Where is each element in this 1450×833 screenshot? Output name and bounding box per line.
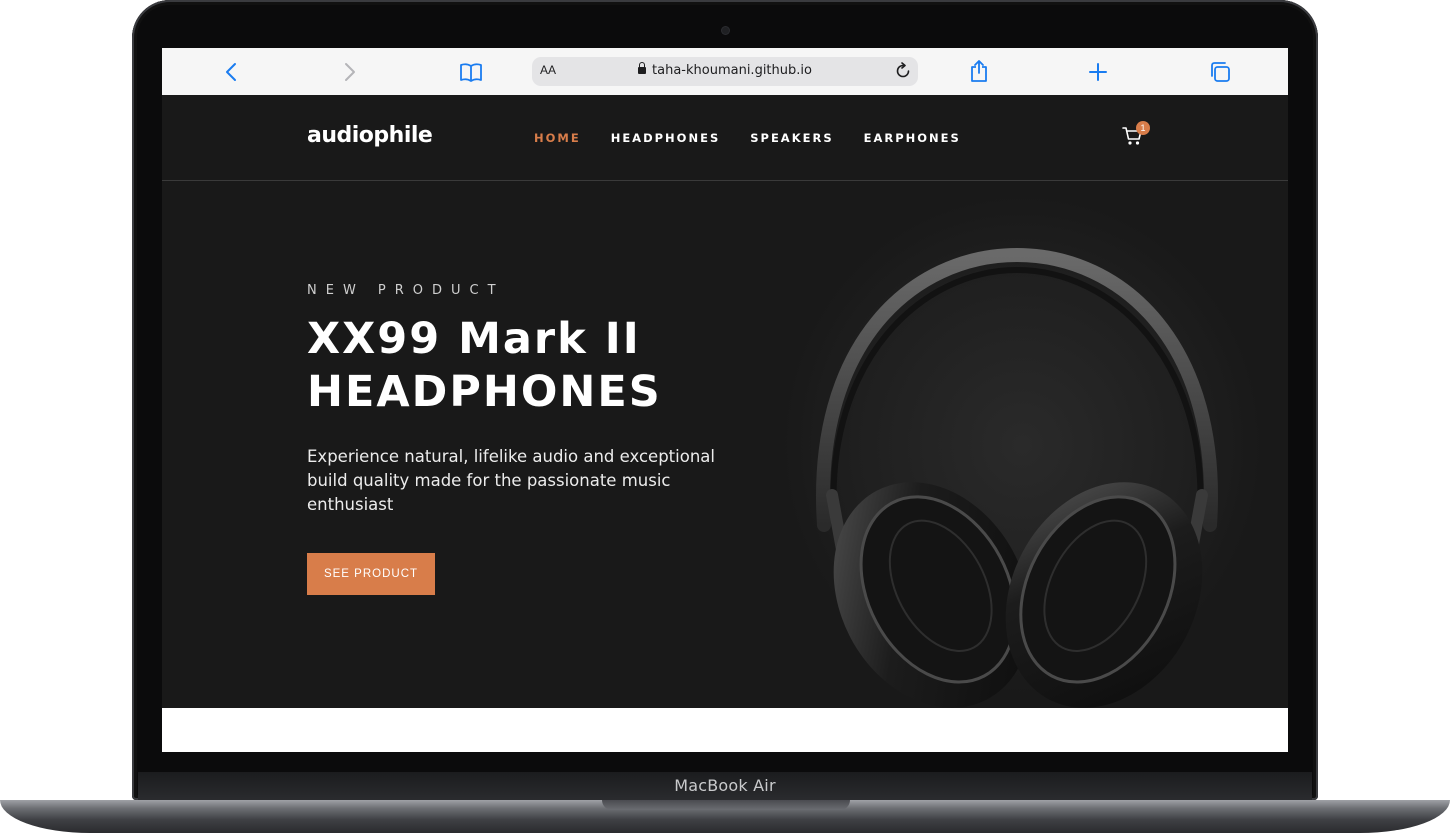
see-product-button[interactable]: SEE PRODUCT xyxy=(307,553,435,595)
new-tab-icon[interactable] xyxy=(1089,63,1107,81)
nav-item-earphones[interactable]: EARPHONES xyxy=(864,131,961,145)
hero-title: XX99 Mark II HEADPHONES xyxy=(307,314,662,417)
share-icon[interactable] xyxy=(970,59,988,83)
laptop-hinge-notch xyxy=(602,800,850,810)
url-display[interactable]: taha-khoumani.github.io xyxy=(532,62,918,78)
website: audiophile HOME HEADPHONES SPEAKERS EARP… xyxy=(162,95,1288,708)
forward-icon[interactable] xyxy=(343,62,357,82)
next-section xyxy=(162,708,1288,752)
lock-icon xyxy=(638,62,647,74)
reload-icon[interactable] xyxy=(894,62,912,80)
site-logo[interactable]: audiophile xyxy=(307,123,433,148)
nav-item-home[interactable]: HOME xyxy=(534,131,581,145)
device-label: MacBook Air xyxy=(674,776,776,795)
hero-description: Experience natural, lifelike audio and e… xyxy=(307,447,715,514)
nav-item-speakers[interactable]: SPEAKERS xyxy=(750,131,833,145)
browser-toolbar: AA taha-khoumani.github.io xyxy=(162,48,1288,96)
nav-item-headphones[interactable]: HEADPHONES xyxy=(611,131,721,145)
hero-eyebrow: NEW PRODUCT xyxy=(307,283,505,298)
bookmarks-icon[interactable] xyxy=(459,61,483,83)
header-divider xyxy=(162,180,1288,181)
back-icon[interactable] xyxy=(224,62,238,82)
headphones-image xyxy=(782,195,1262,708)
camera xyxy=(722,27,729,34)
address-bar[interactable]: AA taha-khoumani.github.io xyxy=(532,57,918,86)
cart-count-badge: 1 xyxy=(1136,121,1150,135)
laptop-screen: AA taha-khoumani.github.io audiophile HO… xyxy=(162,48,1288,752)
url-text: taha-khoumani.github.io xyxy=(652,63,812,78)
main-nav: HOME HEADPHONES SPEAKERS EARPHONES xyxy=(534,131,991,145)
tabs-icon[interactable] xyxy=(1209,61,1231,83)
